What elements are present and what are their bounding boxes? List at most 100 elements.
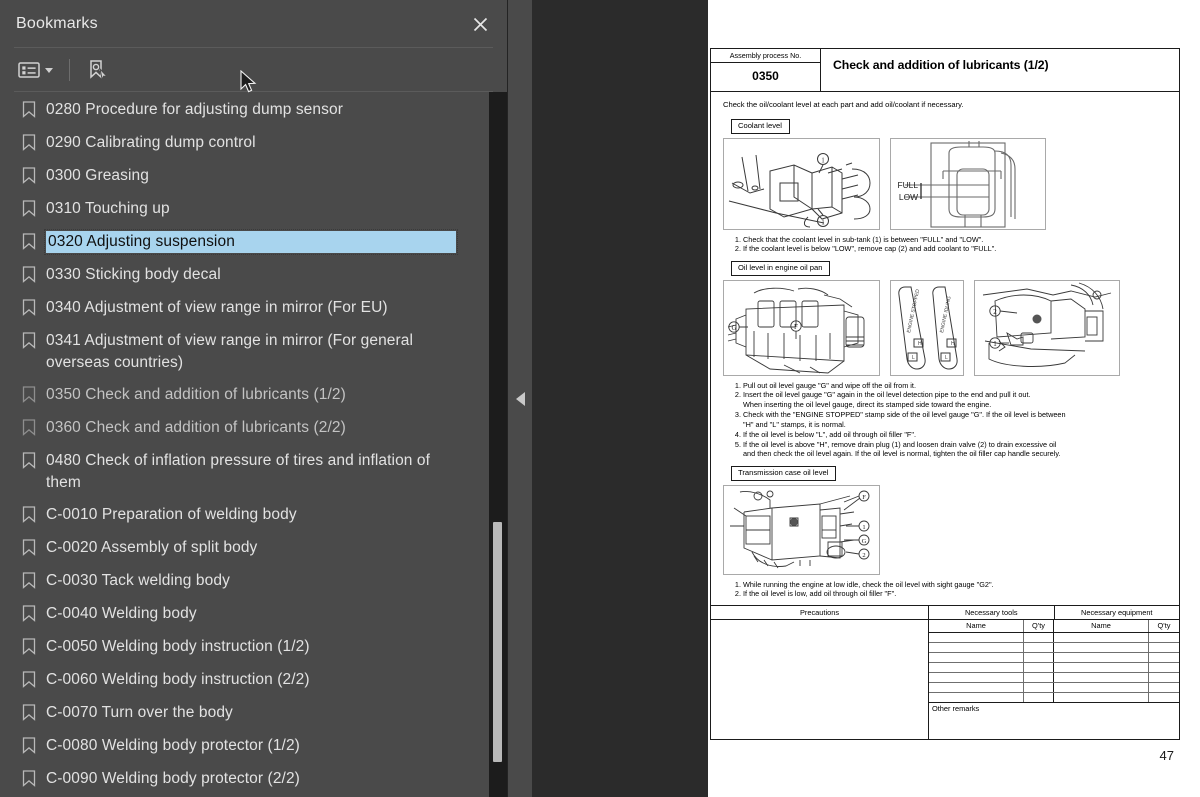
bookmark-label: C-0060 Welding body instruction (2/2): [46, 671, 310, 688]
bookmark-icon: [22, 704, 36, 721]
tools-header: Necessary tools: [929, 606, 1055, 620]
bookmark-icon: [22, 134, 36, 151]
bookmark-item[interactable]: 0350 Check and addition of lubricants (1…: [0, 379, 507, 412]
list-options-icon[interactable]: [14, 55, 57, 85]
svg-text:LOW: LOW: [899, 192, 918, 202]
pdf-page: Assembly process No. 0350 Check and addi…: [708, 0, 1200, 797]
step-number: 1.: [734, 579, 741, 589]
svg-text:L: L: [945, 355, 948, 361]
sheet-footer-table: Precautions Necessary tools Necessary eq…: [711, 605, 1179, 740]
table-cell-equip-name: [1054, 663, 1149, 673]
step-text-cont: When inserting the oil level gauge, dire…: [743, 400, 992, 410]
bookmark-item[interactable]: 0330 Sticking body decal: [0, 259, 507, 292]
bookmark-item[interactable]: 0480 Check of inflation pressure of tire…: [0, 445, 507, 499]
figure-engine-oil-pan: G F: [723, 279, 880, 376]
section-tag-transmission: Transmission case oil level: [731, 466, 837, 481]
bookmark-icon: [22, 638, 36, 655]
table-cell-tool-name: [929, 633, 1024, 643]
bookmark-item[interactable]: 0280 Procedure for adjusting dump sensor: [0, 94, 507, 127]
step-text: If the oil level is below "L", add oil t…: [743, 429, 917, 439]
step-text: Pull out oil level gauge "G" and wipe of…: [743, 380, 916, 390]
panel-collapse-handle[interactable]: [508, 0, 532, 797]
svg-text:2: 2: [862, 552, 865, 559]
toolbar-divider: [69, 59, 70, 81]
bookmarks-scrollbar[interactable]: [489, 92, 507, 797]
document-viewer[interactable]: Assembly process No. 0350 Check and addi…: [532, 0, 1200, 797]
table-cell-equip-name: [1054, 683, 1149, 693]
svg-text:1: 1: [993, 340, 997, 348]
bookmarks-list: 0280 Procedure for adjusting dump sensor…: [0, 94, 507, 796]
bookmark-item[interactable]: C-0010 Preparation of welding body: [0, 499, 507, 532]
bookmark-icon: [22, 299, 36, 316]
bookmark-item[interactable]: 0340 Adjustment of view range in mirror …: [0, 292, 507, 325]
scrollbar-thumb[interactable]: [493, 522, 502, 762]
svg-text:ENGINE IDLING: ENGINE IDLING: [939, 295, 953, 333]
collapse-left-arrow-icon[interactable]: [515, 391, 525, 406]
bookmark-item[interactable]: 0290 Calibrating dump control: [0, 127, 507, 160]
bookmark-item[interactable]: 0341 Adjustment of view range in mirror …: [0, 325, 507, 379]
bookmark-item[interactable]: C-0050 Welding body instruction (1/2): [0, 631, 507, 664]
bookmark-label: 0360 Check and addition of lubricants (2…: [46, 419, 346, 436]
step-number: 2.: [734, 244, 741, 254]
step-number: 5.: [734, 439, 741, 449]
table-cell-equip-name: [1054, 633, 1149, 643]
section-tag-engine-oil: Oil level in engine oil pan: [731, 261, 831, 276]
bookmark-item[interactable]: 0360 Check and addition of lubricants (2…: [0, 412, 507, 445]
step-number: 1.: [734, 234, 741, 244]
bookmark-item[interactable]: C-0030 Tack welding body: [0, 565, 507, 598]
find-current-bookmark-icon[interactable]: [82, 55, 114, 85]
bookmark-icon: [22, 539, 36, 556]
table-cell-equip-name: [1054, 673, 1149, 683]
bookmark-item[interactable]: C-0090 Welding body protector (2/2): [0, 763, 507, 796]
process-no-value: 0350: [752, 68, 779, 83]
svg-text:1: 1: [821, 218, 825, 226]
assembly-process-sheet: Assembly process No. 0350 Check and addi…: [710, 48, 1180, 741]
step: 1. Pull out oil level gauge "G" and wipe …: [723, 381, 1169, 391]
equipment-name-header: Name: [1054, 620, 1149, 633]
step: 1. While running the engine at low idle, …: [723, 580, 1169, 590]
precautions-body: [711, 620, 928, 728]
bookmark-label: C-0080 Welding body protector (1/2): [46, 737, 300, 754]
other-remarks: Other remarks: [932, 704, 980, 714]
tools-name-header: Name: [929, 620, 1024, 633]
table-cell-equip-qty: [1149, 663, 1179, 672]
table-cell-tool-qty: [1024, 693, 1054, 703]
bookmark-icon: [22, 419, 36, 436]
panel-title: Bookmarks: [16, 15, 98, 32]
bookmark-item[interactable]: C-0070 Turn over the body: [0, 697, 507, 730]
step: 5. If the oil level is above "H", remove …: [723, 440, 1169, 460]
step: 2. If the coolant level is below "LOW", r…: [723, 244, 1169, 254]
bookmark-item[interactable]: C-0040 Welding body: [0, 598, 507, 631]
sheet-title-block: Check and addition of lubricants (1/2): [821, 49, 1179, 91]
bookmark-item[interactable]: 0300 Greasing: [0, 160, 507, 193]
table-row: [929, 653, 1179, 664]
bookmark-icon: [22, 233, 36, 250]
table-cell-tool-name: [929, 643, 1024, 653]
bookmark-label: 0480 Check of inflation pressure of tire…: [46, 452, 431, 491]
bookmark-item[interactable]: 0310 Touching up: [0, 193, 507, 226]
bookmark-icon: [22, 737, 36, 754]
table-cell-tool-name: [929, 663, 1024, 673]
bookmark-icon: [22, 770, 36, 787]
precautions-header: Precautions: [711, 606, 928, 621]
bookmark-icon: [22, 101, 36, 118]
table-cell-equip-name: [1054, 693, 1149, 703]
bookmark-item[interactable]: 0320 Adjusting suspension: [0, 226, 507, 259]
close-icon[interactable]: [467, 11, 493, 37]
step-number: 1.: [734, 380, 741, 390]
step: 2. If the oil level is low, add oil throu…: [723, 589, 1169, 599]
bookmark-label: C-0050 Welding body instruction (1/2): [46, 638, 310, 655]
step-text-cont: and then check the oil level again. If t…: [743, 449, 1061, 459]
bookmark-item[interactable]: C-0060 Welding body instruction (2/2): [0, 664, 507, 697]
table-empty-rows: [929, 633, 1179, 704]
bookmark-label: C-0020 Assembly of split body: [46, 539, 258, 556]
bookmark-item[interactable]: C-0080 Welding body protector (1/2): [0, 730, 507, 763]
bookmark-label: C-0010 Preparation of welding body: [46, 506, 297, 523]
bookmark-item[interactable]: C-0020 Assembly of split body: [0, 532, 507, 565]
chevron-down-icon[interactable]: [45, 67, 53, 73]
table-row: [929, 693, 1179, 704]
table-cell-equip-name: [1054, 653, 1149, 663]
section-tag-coolant: Coolant level: [731, 119, 790, 134]
process-no-label: Assembly process No.: [711, 49, 820, 63]
step-text: If the coolant level is below "LOW", rem…: [743, 244, 997, 254]
